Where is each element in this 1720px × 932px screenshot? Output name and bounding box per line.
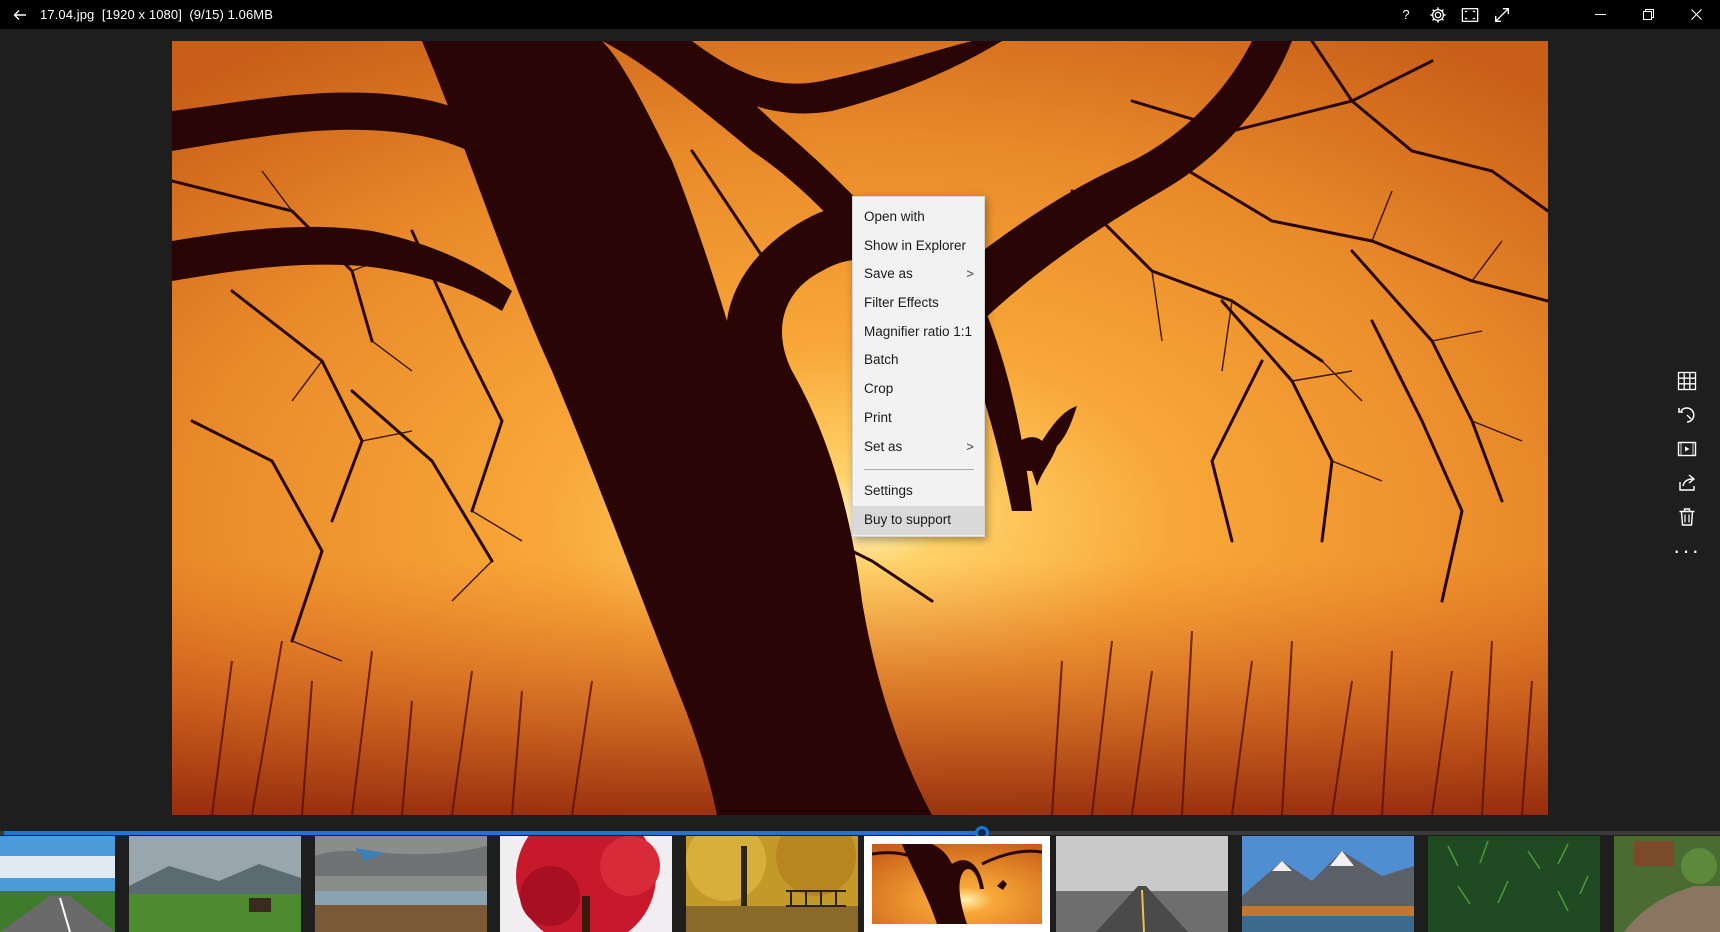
gear-icon	[1430, 6, 1446, 23]
grid-icon	[1677, 371, 1697, 391]
menu-item-filter-effects[interactable]: Filter Effects	[853, 289, 984, 318]
context-menu: Open with Show in Explorer Save as > Filt…	[852, 196, 985, 537]
menu-item-magnifier[interactable]: Magnifier ratio 1:1	[853, 318, 984, 347]
tool-rail: ···	[1670, 364, 1704, 568]
menu-item-settings[interactable]: Settings	[853, 477, 984, 506]
menu-item-buy-to-support[interactable]: Buy to support	[853, 505, 984, 535]
title-bar: 17.04.jpg [1920 x 1080] (9/15) 1.06MB ?	[0, 0, 1720, 29]
fullscreen-button[interactable]	[1486, 0, 1518, 29]
thumbnail-foggy-road[interactable]	[1056, 836, 1228, 932]
close-button[interactable]	[1672, 0, 1720, 29]
settings-button[interactable]	[1422, 0, 1454, 29]
menu-separator	[864, 469, 974, 471]
grid-view-button[interactable]	[1670, 364, 1704, 398]
share-button[interactable]	[1670, 466, 1704, 500]
slider-fill	[4, 831, 982, 835]
minimize-button[interactable]	[1576, 0, 1624, 29]
more-icon[interactable]: ···	[1670, 534, 1704, 568]
menu-item-print[interactable]: Print	[853, 404, 984, 433]
menu-item-set-as[interactable]: Set as >	[853, 433, 984, 462]
slideshow-icon	[1677, 441, 1697, 457]
thumbnail-lake-clouds[interactable]	[315, 836, 487, 932]
thumbnail-autumn-park[interactable]	[686, 836, 858, 932]
window-title: 17.04.jpg [1920 x 1080] (9/15) 1.06MB	[40, 7, 273, 22]
delete-button[interactable]	[1670, 500, 1704, 534]
fit-screen-button[interactable]	[1454, 0, 1486, 29]
menu-item-open-with[interactable]: Open with	[853, 203, 984, 232]
minimize-icon	[1594, 14, 1606, 15]
position-slider[interactable]	[0, 826, 1720, 840]
fit-screen-icon	[1461, 7, 1479, 22]
rotate-button[interactable]	[1670, 398, 1704, 432]
thumbnail-valley-house[interactable]	[129, 836, 301, 932]
restore-icon	[1642, 9, 1654, 20]
restore-button[interactable]	[1624, 0, 1672, 29]
fullscreen-icon	[1495, 7, 1509, 22]
menu-item-show-in-explorer[interactable]: Show in Explorer	[853, 232, 984, 261]
thumbnail-garden[interactable]	[1614, 836, 1720, 932]
menu-item-save-as[interactable]: Save as >	[853, 260, 984, 289]
thumbnail-strip	[0, 836, 1720, 932]
rotate-icon	[1678, 407, 1695, 423]
close-icon	[1690, 9, 1702, 20]
trash-icon	[1679, 508, 1695, 526]
back-button[interactable]	[0, 0, 40, 29]
share-icon	[1679, 474, 1696, 491]
thumbnail-red-tree[interactable]	[500, 836, 672, 932]
help-button[interactable]: ?	[1390, 0, 1422, 29]
chevron-right-icon: >	[966, 266, 974, 282]
menu-item-batch[interactable]: Batch	[853, 346, 984, 375]
thumbnail-green-pine[interactable]	[1428, 836, 1600, 932]
slideshow-button[interactable]	[1670, 432, 1704, 466]
thumbnail-snowy-mountains[interactable]	[1242, 836, 1414, 932]
thumbnail-sunset-tree[interactable]	[864, 836, 1050, 932]
back-arrow-icon	[13, 9, 26, 20]
menu-item-crop[interactable]: Crop	[853, 375, 984, 404]
thumbnail-mountain-road[interactable]	[0, 836, 115, 932]
chevron-right-icon: >	[966, 438, 974, 454]
